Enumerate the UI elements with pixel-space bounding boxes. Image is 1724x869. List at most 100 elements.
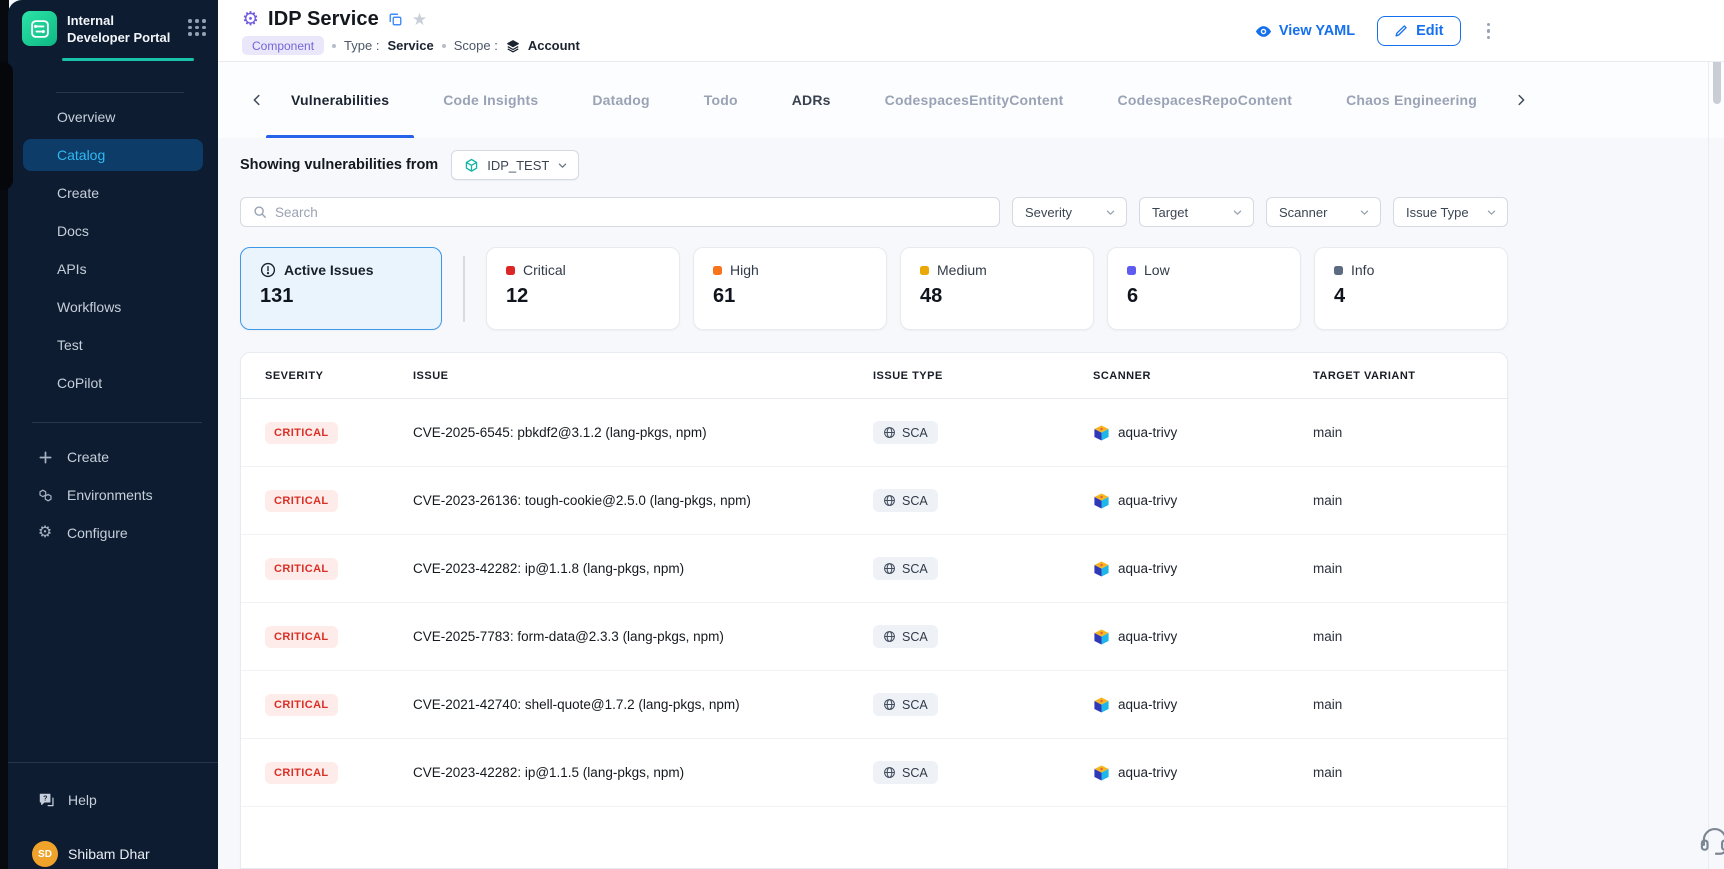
issue-cell: CVE-2021-42740: shell-quote@1.7.2 (lang-… — [413, 697, 873, 712]
entity-header: ⚙ IDP Service ★ Component Type : Service… — [218, 0, 1724, 62]
scanner-label: aqua-trivy — [1118, 765, 1177, 780]
table-header-row: SEVERITY ISSUE ISSUE TYPE SCANNER TARGET… — [241, 353, 1507, 399]
idp-logo-icon — [29, 18, 51, 40]
search-input[interactable] — [275, 205, 987, 220]
edit-button[interactable]: Edit — [1377, 16, 1460, 46]
sidebar-item-docs[interactable]: Docs — [8, 212, 218, 250]
help-button[interactable]: ? Help — [8, 784, 218, 816]
table-row[interactable]: CRITICAL CVE-2025-6545: pbkdf2@3.1.2 (la… — [241, 399, 1507, 467]
tab-vulnerabilities[interactable]: Vulnerabilities — [264, 62, 416, 138]
app-logo[interactable] — [22, 11, 57, 46]
entity-kind-badge: Component — [242, 36, 324, 55]
sidebar-item-create[interactable]: Create — [8, 174, 218, 212]
separator-dot — [442, 44, 446, 48]
sidebar-item-workflows[interactable]: Workflows — [8, 288, 218, 326]
tab-todo[interactable]: Todo — [677, 62, 765, 138]
tab-datadog[interactable]: Datadog — [565, 62, 676, 138]
sidebar-item-apis[interactable]: APIs — [8, 250, 218, 288]
info-dot — [1334, 266, 1343, 275]
filter-issue-type[interactable]: Issue Type — [1393, 197, 1508, 227]
support-headset-icon[interactable] — [1699, 824, 1724, 856]
low-count: 6 — [1127, 285, 1281, 308]
low-dot — [1127, 266, 1136, 275]
copy-icon[interactable] — [388, 12, 403, 27]
chevron-down-icon — [557, 160, 568, 171]
filter-scanner[interactable]: Scanner — [1266, 197, 1381, 227]
view-yaml-button[interactable]: View YAML — [1255, 23, 1355, 39]
scope-layers-icon — [506, 39, 520, 53]
more-options-kebab-icon[interactable] — [1483, 17, 1495, 46]
scanner-label: aqua-trivy — [1118, 425, 1177, 440]
scanner-label: aqua-trivy — [1118, 493, 1177, 508]
low-card[interactable]: Low 6 — [1107, 247, 1301, 330]
cards-divider — [442, 247, 486, 330]
col-scanner: SCANNER — [1093, 370, 1313, 382]
type-label: Type : — [344, 38, 379, 53]
info-label: Info — [1351, 262, 1374, 278]
severity-badge: CRITICAL — [265, 694, 338, 716]
severity-badge: CRITICAL — [265, 558, 338, 580]
tabs-scroll-right-chevron-icon[interactable] — [1508, 62, 1534, 138]
table-row[interactable]: CRITICAL CVE-2021-42740: shell-quote@1.7… — [241, 671, 1507, 739]
tab-codespaces-repo-content[interactable]: CodespacesRepoContent — [1091, 62, 1320, 138]
edit-label: Edit — [1416, 23, 1443, 39]
tab-adrs[interactable]: ADRs — [765, 62, 858, 138]
web-icon — [883, 698, 896, 711]
sidebar-action-environments[interactable]: Environments — [8, 476, 218, 514]
portal-title: Internal Developer Portal — [67, 11, 178, 47]
web-icon — [883, 494, 896, 507]
environments-icon — [36, 487, 54, 504]
page-title: IDP Service — [268, 8, 379, 31]
tabs-scroll-left-chevron-icon[interactable] — [250, 62, 264, 138]
medium-count: 48 — [920, 285, 1074, 308]
tab-code-insights[interactable]: Code Insights — [416, 62, 565, 138]
issue-type-label: SCA — [902, 630, 928, 644]
web-icon — [883, 562, 896, 575]
active-issues-card[interactable]: Active Issues 131 — [240, 247, 442, 330]
scanner-label: aqua-trivy — [1118, 697, 1177, 712]
sidebar-action-create[interactable]: Create — [8, 438, 218, 476]
tabs-strip: Vulnerabilities Code Insights Datadog To… — [218, 62, 1504, 138]
favorite-star-icon[interactable]: ★ — [412, 11, 427, 28]
sidebar-action-label: Configure — [67, 525, 128, 541]
vulnerabilities-panel: Showing vulnerabilities from IDP_TEST Se… — [240, 138, 1508, 869]
sidebar-item-catalog[interactable]: Catalog — [23, 139, 203, 171]
sidebar-action-configure[interactable]: ⚙ Configure — [8, 514, 218, 552]
issue-type-label: SCA — [902, 698, 928, 712]
issue-cell: CVE-2023-42282: ip@1.1.5 (lang-pkgs, npm… — [413, 765, 873, 780]
scanner-cell: aqua-trivy — [1093, 560, 1313, 578]
help-label: Help — [68, 792, 97, 808]
table-row[interactable]: CRITICAL CVE-2023-42282: ip@1.1.8 (lang-… — [241, 535, 1507, 603]
table-row[interactable]: CRITICAL CVE-2023-42282: ip@1.1.5 (lang-… — [241, 739, 1507, 807]
high-card[interactable]: High 61 — [693, 247, 887, 330]
info-card[interactable]: Info 4 — [1314, 247, 1508, 330]
scanner-cell: aqua-trivy — [1093, 696, 1313, 714]
service-gear-icon: ⚙ — [242, 10, 259, 29]
critical-count: 12 — [506, 285, 660, 308]
target-variant-cell: main — [1313, 425, 1483, 440]
issue-type-chip: SCA — [873, 761, 938, 784]
low-label: Low — [1144, 262, 1170, 278]
filter-target[interactable]: Target — [1139, 197, 1254, 227]
critical-card[interactable]: Critical 12 — [486, 247, 680, 330]
table-row[interactable]: CRITICAL CVE-2025-7783: form-data@2.3.3 … — [241, 603, 1507, 671]
tab-codespaces-entity-content[interactable]: CodespacesEntityContent — [858, 62, 1091, 138]
issue-cell: CVE-2025-6545: pbkdf2@3.1.2 (lang-pkgs, … — [413, 425, 873, 440]
sidebar-divider — [56, 92, 184, 93]
filter-label: Issue Type — [1406, 205, 1486, 220]
filter-severity[interactable]: Severity — [1012, 197, 1127, 227]
user-menu[interactable]: SD Shibam Dhar — [8, 838, 218, 869]
scope-label: Scope : — [454, 38, 498, 53]
sidebar-item-copilot[interactable]: CoPilot — [8, 364, 218, 402]
high-dot — [713, 266, 722, 275]
sidebar-item-overview[interactable]: Overview — [8, 98, 218, 136]
tab-chaos-engineering[interactable]: Chaos Engineering — [1319, 62, 1504, 138]
app-switcher-grid-icon[interactable] — [188, 11, 206, 36]
trivy-icon — [1093, 628, 1110, 646]
table-row[interactable]: CRITICAL CVE-2023-26136: tough-cookie@2.… — [241, 467, 1507, 535]
scope-value: Account — [528, 38, 580, 53]
sidebar-item-test[interactable]: Test — [8, 326, 218, 364]
project-select[interactable]: IDP_TEST — [451, 150, 579, 180]
issue-type-label: SCA — [902, 766, 928, 780]
medium-card[interactable]: Medium 48 — [900, 247, 1094, 330]
